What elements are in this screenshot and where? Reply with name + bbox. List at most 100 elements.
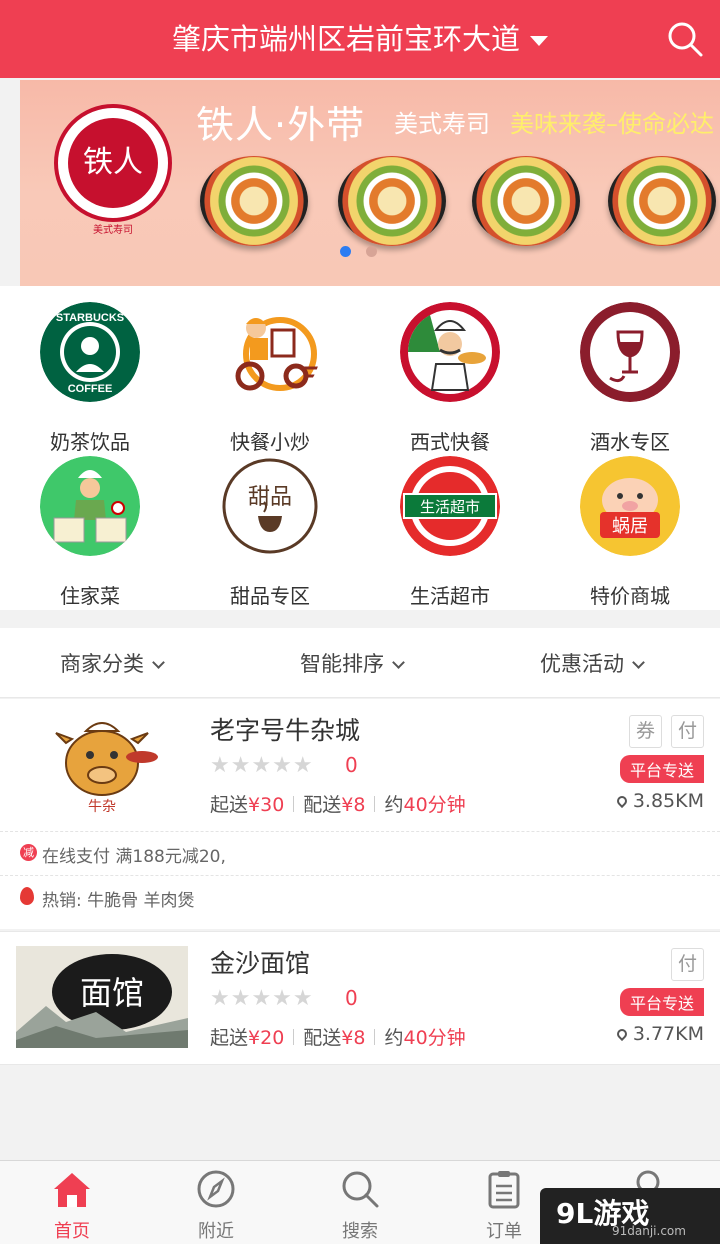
category-label: 甜品专区 [230,584,310,608]
tab-nearby[interactable]: 附近 [144,1161,288,1244]
location-pin-icon [614,793,629,809]
category-label: 西式快餐 [410,430,490,454]
category-item-western[interactable]: 西式快餐 [360,302,540,454]
shop-delivery-info: 起送¥30 配送¥8 约40分钟 [210,790,466,817]
top-header: 肇庆市端州区岩前宝环大道 [0,0,720,78]
category-item-bargain[interactable]: 蜗居 特价商城 [540,456,720,608]
filter-merchant-category[interactable]: 商家分类 [60,648,165,678]
hot-sale-row: 热销: 牛脆骨 羊肉煲 [0,875,720,915]
distance: 3.85KM [614,790,704,812]
chef-pizza-icon [400,302,500,402]
shop-delivery-info: 起送¥20 配送¥8 约40分钟 [210,1023,466,1050]
filter-promotions[interactable]: 优惠活动 [540,648,645,678]
category-label: 酒水专区 [590,430,670,454]
order-list-icon [488,1171,520,1209]
search-icon [342,1171,379,1208]
delivery-fee: ¥8 [341,794,366,816]
caret-down-icon [530,36,548,46]
distance-value: 3.77KM [632,1023,704,1045]
divider [374,796,376,812]
promo-banner[interactable]: 铁人 美式寿司 铁人·外带 美式寿司 美味来袭–使命必达 [20,80,720,286]
starbucks-top-text: STARBUCKS [56,312,124,324]
category-item-milk-tea[interactable]: STARBUCKS COFFEE 奶茶饮品 [0,302,180,454]
location-address: 肇庆市端州区岩前宝环大道 [171,22,520,56]
carousel-dot-active[interactable] [340,246,351,257]
promo-row: 减 在线支付 满188元减20, [0,831,720,871]
online-pay-badge: 付 [671,948,704,981]
pig-mall-icon: 蜗居 [580,456,680,556]
banner-slogan: 美味来袭–使命必达 [510,110,714,138]
shop-logo-text: 牛杂 [88,799,116,815]
online-pay-badge: 付 [671,715,704,748]
min-order-label: 起送 [210,794,249,816]
rating-value: 0 [345,753,358,777]
starbucks-logo-icon: STARBUCKS COFFEE [40,302,140,402]
sushi-tray-image [608,156,716,246]
category-item-wine[interactable]: 酒水专区 [540,302,720,454]
carousel-dot[interactable] [366,246,377,257]
dessert-cup-icon: 甜品 [220,456,320,556]
compass-icon [197,1170,235,1208]
pig-mall-icon-text: 蜗居 [612,516,648,537]
logo-text: 铁人 [68,118,158,208]
star-rating: ★★★★★ [210,986,314,1011]
discount-icon: 减 [20,844,37,861]
delivery-fee-label: 配送 [303,794,342,816]
starbucks-bottom-text: COFFEE [68,383,113,395]
banner-title: 铁人·外带 [196,103,366,147]
category-item-dessert[interactable]: 甜品 甜品专区 [180,456,360,608]
shop-name: 老字号牛杂城 [210,716,361,745]
filter-label: 优惠活动 [540,652,624,676]
tab-label: 搜索 [342,1221,378,1242]
platform-delivery-badge: 平台专送 [619,755,704,783]
filter-smart-sort[interactable]: 智能排序 [300,648,405,678]
tab-search[interactable]: 搜索 [288,1161,432,1244]
watermark-site: 91danji.com [612,1224,686,1238]
category-label: 住家菜 [60,584,120,608]
shop-list-item[interactable]: 牛杂 老字号牛杂城 ★★★★★ 0 起送¥30 配送¥8 约40分钟 券 付 平台专… [0,699,720,929]
home-icon [54,1173,90,1207]
tieren-logo: 铁人 美式寿司 [54,104,172,236]
divider [374,1029,376,1045]
platform-delivery-badge: 平台专送 [619,988,704,1016]
supermarket-icon: 生活超市 [400,456,500,556]
category-item-fast-food[interactable]: 快餐小炒 [180,302,360,454]
category-label: 快餐小炒 [230,430,310,454]
hot-sale-text: 热销: 牛脆骨 羊肉煲 [42,891,195,911]
tab-home[interactable]: 首页 [0,1161,144,1244]
distance: 3.77KM [614,1023,704,1045]
banner-tag-sushi: 美式寿司 [394,110,490,138]
category-label: 特价商城 [590,584,670,608]
wine-glass-icon [580,302,680,402]
shop-list-item[interactable]: 面馆 金沙面馆 ★★★★★ 0 起送¥20 配送¥8 约40分钟 付 平台专送 3.… [0,931,720,1065]
shop-logo-text: 面馆 [80,974,144,1012]
shop-name: 金沙面馆 [210,949,311,978]
category-label: 奶茶饮品 [50,430,130,454]
filter-label: 智能排序 [300,652,384,676]
rating-value: 0 [345,986,358,1010]
category-item-supermarket[interactable]: 生活超市 生活超市 [360,456,540,608]
dessert-icon-text: 甜品 [248,485,292,510]
filter-label: 商家分类 [60,652,144,676]
delivery-scooter-icon [220,302,320,402]
delivery-fee-label: 配送 [303,1027,342,1049]
delivery-fee: ¥8 [341,1027,366,1049]
promo-text: 在线支付 满188元减20, [42,847,226,867]
category-grid: STARBUCKS COFFEE 奶茶饮品 快餐小炒 西式快餐 酒水专区 住家菜… [0,286,720,610]
shop-logo-image: 面馆 [16,946,188,1048]
tab-label: 首页 [54,1221,90,1242]
site-watermark: 9L游戏 91danji.com [540,1188,720,1244]
chevron-down-icon [392,656,405,669]
delivery-time-label: 约 [384,1027,404,1049]
category-label: 生活超市 [410,584,490,608]
min-order-price: ¥30 [248,794,285,816]
chevron-down-icon [632,656,645,669]
chevron-down-icon [152,656,165,669]
logo-subtext: 美式寿司 [93,225,133,236]
location-selector[interactable]: 肇庆市端州区岩前宝环大道 [0,18,720,60]
category-item-home-cooking[interactable]: 住家菜 [0,456,180,608]
delivery-time: 40分钟 [403,1027,466,1049]
supermarket-icon-text: 生活超市 [420,498,480,516]
search-icon[interactable] [666,20,704,58]
sushi-tray-image [200,156,308,246]
